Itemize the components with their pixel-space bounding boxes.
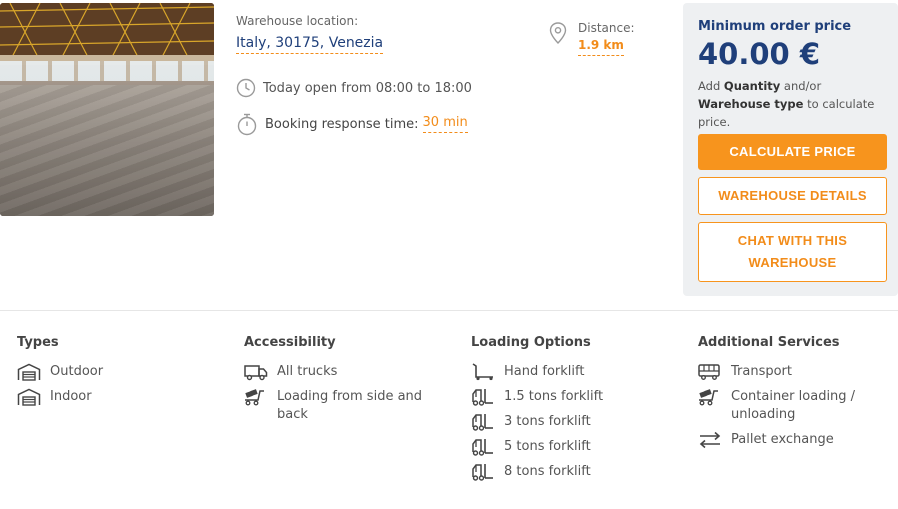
price-note-middle: and/or (780, 79, 822, 93)
forklift-icon (472, 439, 493, 456)
section-divider (0, 310, 898, 311)
additional-services-title: Additional Services (698, 335, 840, 350)
type-item: Outdoor (17, 363, 227, 381)
loading-options-title: Loading Options (471, 335, 591, 350)
price-note: Add Quantity and/or Warehouse type to ca… (698, 77, 893, 131)
loading-option-item: 1.5 tons forklift (471, 388, 681, 406)
service-item: Pallet exchange (698, 431, 893, 449)
accessibility-label: Loading from side and back (277, 389, 423, 422)
additional-services-section: Additional Services Transport Container … (698, 335, 893, 456)
type-label: Indoor (50, 389, 92, 404)
accessibility-label: All trucks (277, 364, 338, 379)
service-label: Pallet exchange (731, 432, 834, 447)
loading-option-label: Hand forklift (504, 364, 585, 379)
service-item: Container loading / unloading (698, 388, 893, 424)
hand-forklift-icon (472, 363, 493, 381)
type-item: Indoor (17, 388, 227, 406)
loading-dolly-icon (245, 389, 264, 406)
exchange-arrows-icon (699, 431, 721, 449)
loading-option-item: 5 tons forklift (471, 438, 681, 456)
types-section: Types Outdoor Indoor (17, 335, 227, 413)
roof-beams-graphic (0, 3, 214, 65)
location-label: Warehouse location: (236, 14, 359, 28)
booking-response-value[interactable]: 30 min (422, 115, 468, 133)
min-price-label: Minimum order price (698, 19, 852, 34)
service-item: Transport (698, 363, 893, 381)
distance-value[interactable]: 1.9 km (578, 38, 624, 56)
price-note-type: Warehouse type (698, 97, 804, 111)
loading-option-item: 8 tons forklift (471, 463, 681, 481)
service-label: Container loading / unloading (731, 389, 856, 422)
accessibility-section: Accessibility All trucks Loading from si… (244, 335, 454, 431)
types-title: Types (17, 335, 59, 350)
loading-option-label: 8 tons forklift (504, 464, 591, 479)
accessibility-title: Accessibility (244, 335, 336, 350)
loading-option-label: 3 tons forklift (504, 414, 591, 429)
loading-option-label: 1.5 tons forklift (504, 389, 604, 404)
floor-graphic (0, 85, 214, 216)
forklift-icon (472, 389, 493, 406)
location-pin-icon (549, 22, 567, 44)
distance-label: Distance: (578, 21, 635, 35)
warehouse-details-button[interactable]: WAREHOUSE DETAILS (698, 177, 887, 215)
bus-icon (698, 364, 720, 380)
loading-options-section: Loading Options Hand forklift 1.5 tons f… (471, 335, 681, 488)
booking-response: Booking response time: 30 min (236, 112, 468, 136)
chat-warehouse-button[interactable]: CHAT WITH THIS WAREHOUSE (698, 222, 887, 282)
warehouse-icon (17, 363, 41, 381)
warehouse-photo[interactable] (0, 3, 214, 216)
loading-option-label: 5 tons forklift (504, 439, 591, 454)
forklift-icon (472, 464, 493, 481)
min-price-value: 40.00 € (698, 37, 821, 71)
price-panel: Minimum order price 40.00 € Add Quantity… (683, 3, 898, 296)
warehouse-icon (17, 388, 41, 406)
location-link[interactable]: Italy, 30175, Venezia (236, 35, 384, 54)
accessibility-item: Loading from side and back (244, 388, 454, 424)
loading-dolly-icon (699, 389, 718, 406)
loading-option-item: 3 tons forklift (471, 413, 681, 431)
loading-option-item: Hand forklift (471, 363, 681, 381)
windows-graphic (0, 61, 214, 81)
opening-hours-text: Today open from 08:00 to 18:00 (263, 80, 472, 96)
type-label: Outdoor (50, 364, 104, 379)
price-note-quantity: Quantity (723, 79, 781, 93)
calculate-price-button[interactable]: CALCULATE PRICE (698, 134, 887, 170)
stopwatch-icon (237, 113, 257, 136)
price-note-prefix: Add (698, 79, 724, 93)
clock-icon (236, 78, 256, 98)
accessibility-item: All trucks (244, 363, 454, 381)
truck-icon (244, 365, 268, 381)
booking-response-label: Booking response time: (265, 116, 419, 132)
forklift-icon (472, 414, 493, 431)
service-label: Transport (731, 364, 793, 379)
opening-hours: Today open from 08:00 to 18:00 (236, 78, 472, 98)
